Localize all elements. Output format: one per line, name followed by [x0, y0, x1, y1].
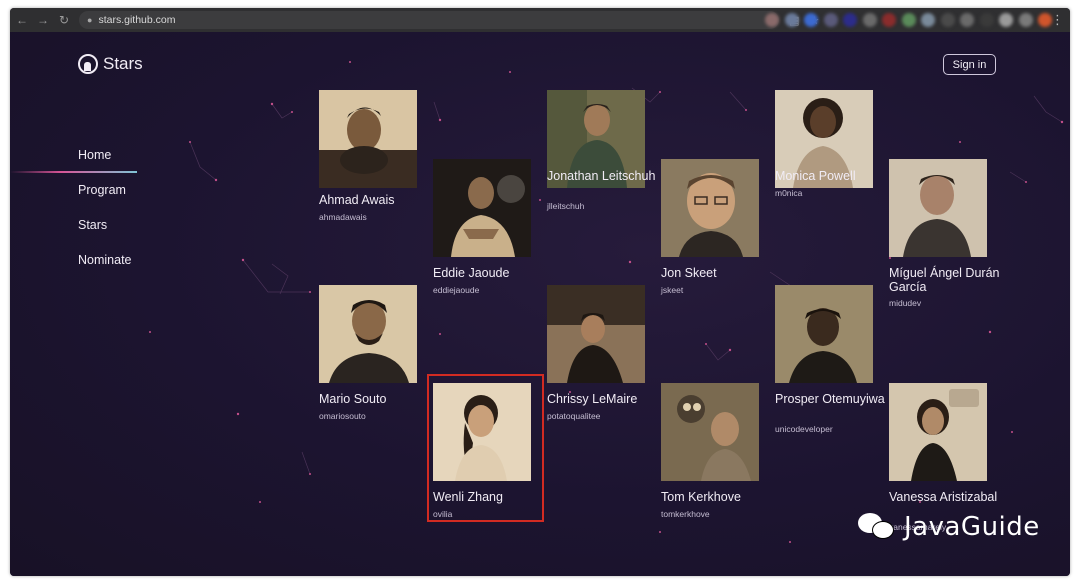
stars-page: Stars Sign in Home Program Stars Nominat… — [10, 32, 1070, 576]
extension-icon[interactable] — [823, 13, 838, 27]
extension-icon[interactable] — [882, 13, 896, 27]
sign-in-button[interactable]: Sign in — [943, 54, 996, 75]
profile-photo[interactable] — [433, 159, 531, 257]
extension-icon[interactable] — [765, 13, 779, 27]
extension-icon[interactable] — [901, 13, 916, 27]
nav-item-nominate[interactable]: Nominate — [78, 253, 132, 267]
star-handle: midudev — [889, 298, 922, 308]
star-name[interactable]: Prosper Otemuyiwa — [775, 392, 895, 407]
github-stars-logo[interactable]: Stars — [78, 54, 143, 74]
kebab-menu-icon[interactable]: ⋮ — [1051, 12, 1064, 28]
star-handle: omariosouto — [319, 411, 366, 421]
extension-icon[interactable] — [999, 13, 1013, 27]
star-name[interactable]: Monica Powell — [775, 169, 895, 184]
extension-icon[interactable] — [784, 13, 799, 27]
star-name[interactable]: Jon Skeet — [661, 266, 781, 281]
star-name[interactable]: Eddie Jaoude — [433, 266, 553, 281]
star-handle: jskeet — [661, 285, 684, 295]
star-handle: potatoqualitee — [547, 411, 601, 421]
nav-item-program[interactable]: Program — [78, 183, 126, 197]
extension-icon[interactable] — [960, 13, 974, 27]
profile-photo[interactable] — [889, 383, 987, 481]
star-name[interactable]: Míguel Ángel Durán García — [889, 266, 1009, 294]
star-name[interactable]: Chrissy LeMaire — [547, 392, 667, 407]
nav-item-stars[interactable]: Stars — [78, 218, 107, 232]
extension-icon[interactable] — [862, 13, 877, 27]
extension-icon[interactable] — [843, 13, 857, 27]
star-handle: m0nica — [775, 188, 803, 198]
url-text: stars.github.com — [98, 14, 176, 26]
watermark: JavaGuide — [858, 511, 1040, 543]
selection-highlight-box — [427, 374, 544, 522]
profile-photo[interactable] — [661, 159, 759, 257]
github-octocat-icon — [78, 54, 98, 74]
logo-text: Stars — [103, 54, 143, 73]
star-name[interactable]: Ahmad Awais — [319, 193, 439, 208]
star-name[interactable]: Tom Kerkhove — [661, 490, 781, 505]
reload-icon[interactable]: ↻ — [55, 11, 73, 29]
extension-icon[interactable] — [921, 13, 935, 27]
star-handle: unicodeveloper — [775, 424, 833, 434]
browser-window: ← → ↻ ● stars.github.com ▤ ☆ — [10, 8, 1070, 576]
star-name[interactable]: Vanessa Aristizabal — [889, 490, 1009, 505]
profile-photo[interactable] — [661, 383, 759, 481]
extensions-tray — [765, 8, 1065, 32]
profile-avatar-icon[interactable] — [1038, 13, 1052, 27]
profile-photo[interactable] — [319, 285, 417, 383]
extension-icon[interactable] — [940, 13, 955, 27]
browser-toolbar: ← → ↻ ● stars.github.com ▤ ☆ — [10, 8, 1070, 32]
profile-photo[interactable] — [319, 90, 417, 188]
active-nav-indicator — [10, 171, 137, 173]
extension-icon[interactable] — [804, 13, 818, 27]
star-handle: ahmadawais — [319, 212, 367, 222]
star-handle: eddiejaoude — [433, 285, 480, 295]
profile-photo[interactable] — [889, 159, 987, 257]
star-name[interactable]: Jonathan Leitschuh — [547, 169, 667, 184]
profile-photo[interactable] — [775, 285, 873, 383]
address-bar[interactable]: ● stars.github.com — [79, 11, 779, 29]
profile-photo[interactable] — [547, 285, 645, 383]
extension-icon[interactable] — [1018, 13, 1033, 27]
star-handle: tomkerkhove — [661, 509, 710, 519]
arrow-right-icon[interactable]: → — [34, 11, 52, 29]
star-handle: jlleitschuh — [547, 201, 585, 211]
star-name[interactable]: Mario Souto — [319, 392, 439, 407]
lock-icon: ● — [87, 15, 93, 25]
watermark-text: JavaGuide — [904, 512, 1040, 542]
extension-icon[interactable] — [979, 13, 994, 27]
arrow-left-icon[interactable]: ← — [13, 11, 31, 29]
nav-item-home[interactable]: Home — [78, 148, 111, 162]
wechat-icon — [858, 511, 898, 543]
